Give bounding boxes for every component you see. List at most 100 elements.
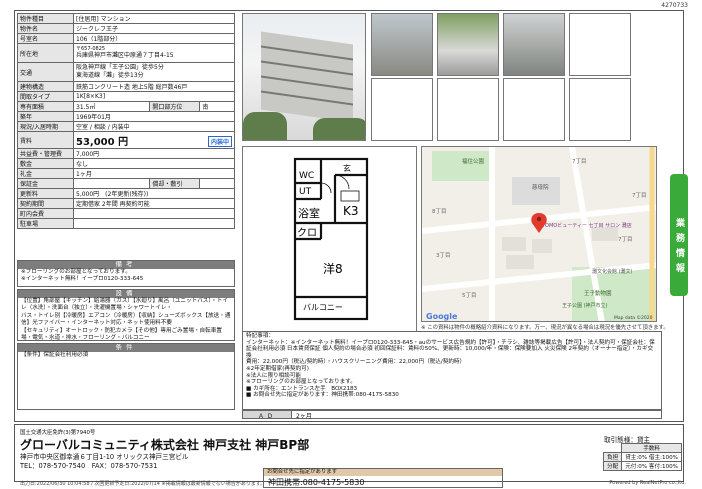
spec-row-value: ジークレフ王子: [73, 23, 235, 34]
plan-label-bath: 浴室: [298, 206, 320, 220]
photo-slot-5: [371, 78, 433, 141]
address-value: 〒657-0825 兵庫県神戸市灘区中原通７丁目4-15: [73, 43, 235, 63]
ad-label: ＡＤ: [243, 411, 291, 420]
contact-phone: 神田携帯:080-4175-5830: [268, 478, 365, 487]
plan-label-closet: クロ: [297, 227, 317, 239]
photo-bicycle-parking[interactable]: [503, 13, 565, 76]
output-dates: 出力日:2022/06/30 10:04:58 / 次回更新予定日:2022/0…: [20, 481, 266, 487]
fee-split-value: 元付:0% 客付:100%: [621, 461, 682, 471]
map-label-culture: 灘文化会館 (灘文): [592, 268, 633, 275]
remarks-line: 特記事項：: [246, 333, 274, 339]
interior-badge: 内装中: [207, 135, 232, 147]
fee-table: 手数料 負担 貸主:0% 借主:100% 分配 元付:0% 客付:100%: [602, 443, 682, 471]
spec-row-label: 駐車場: [17, 218, 74, 229]
equipment-line-3: 【セキュリティ】オートロック・防犯カメラ【その他】専用ごみ置場・自転車置場・電気…: [21, 327, 222, 341]
spec-row-value: [住居用] マンション: [73, 13, 235, 24]
plan-label-ut: UT: [299, 187, 312, 197]
map-label-school: 慈母院: [532, 183, 549, 191]
notes-heading: 備考: [18, 261, 234, 269]
amortization-label: 償却・敷引: [149, 178, 201, 189]
photo-slot-8: [569, 78, 631, 141]
powered-by: Powered by RealNetPro co.,ltd.: [609, 480, 686, 486]
spec-row-value: 1ヶ月: [73, 168, 235, 179]
area-label: 専有面積: [17, 101, 74, 112]
special-remarks: 特記事項： インターネット：※インターネット無料！イープロ0120-333-64…: [242, 331, 662, 410]
direction-value: 南: [199, 101, 235, 112]
spec-row-label: 礼金: [17, 168, 74, 179]
document-id: 4270733: [661, 2, 688, 9]
plan-label-wc: WC: [299, 171, 314, 181]
fee-burden-value: 貸主:0% 借主:100%: [621, 452, 682, 462]
remarks-line: ※フローリングのお部屋となっております。: [246, 379, 356, 386]
location-map[interactable]: 福住公園 慈母院 TOMOビューティー 七丁目 サロン 灘店 灘文化会館 (灘文…: [421, 146, 657, 322]
conditions-section: 条件 【条件】保証会社利用必須: [17, 343, 235, 410]
deposit-label: 保証金: [17, 178, 74, 189]
remarks-line: 費用：22,000円（税込/契約時）・ハウスクリーニング費用：22,000円（税…: [246, 359, 466, 366]
photo-slot-6: [437, 78, 499, 141]
address-label: 所在地: [17, 43, 74, 63]
rent-label: 賃料: [17, 131, 74, 149]
plan-label-balcony: バルコニー: [303, 303, 343, 312]
property-spec-table: 物件種目 [住居用] マンション 物件名 ジークレフ王子 号室名 106（1階部分） 所在…: [17, 13, 235, 229]
map-label-salon: TOMOビューティー 七丁目 サロン 灘店: [541, 222, 632, 229]
amortization-value: [199, 178, 235, 189]
map-label-ouji-park: 王子公園 (神戸市立): [562, 302, 608, 309]
direction-label: 開口部方位: [149, 101, 201, 112]
spec-row-label: 物件種目: [17, 13, 74, 24]
map-label-chome-6: 7丁目: [632, 192, 647, 199]
business-info-tab[interactable]: 業務情報: [670, 174, 688, 296]
map-label-chome-3: 7丁目: [618, 236, 633, 243]
spec-row-label: 建物構造: [17, 81, 74, 92]
spec-row-label: 間取タイプ: [17, 91, 74, 102]
spec-row-value: 7,000円: [73, 148, 235, 159]
map-drawing: 福住公園 慈母院 TOMOビューティー 七丁目 サロン 灘店 灘文化会館 (灘文…: [422, 147, 656, 321]
spec-row-label: 敷金: [17, 158, 74, 169]
spec-row-value: 空室 / 相談 / 内装中: [73, 121, 235, 132]
spec-row-label: 築年: [17, 111, 74, 122]
spec-row-label: 号室名: [17, 33, 74, 44]
spec-row-label: 物件名: [17, 23, 74, 34]
spec-row-value: 1K[8×K3]: [73, 91, 235, 102]
transit-label: 交通: [17, 62, 74, 82]
notes-line-2: ※インターネット無料！イープロ0120-333-645: [21, 276, 144, 282]
map-credit: Map data ©2020: [614, 314, 653, 321]
remarks-line: ■ お問合せ先に指定があります：神田携帯:080-4175-5830: [246, 392, 399, 399]
equipment-section: 設備 【位置】角部屋【キッチン】給湯器（ガス）【水廻り】風呂（ユニットバス）・ト…: [17, 289, 235, 341]
map-label-chome-2: 8丁目: [432, 208, 447, 215]
equipment-heading: 設備: [18, 290, 234, 298]
ad-row: ＡＤ 2ヶ月: [242, 410, 662, 420]
area-value: 31.5㎡: [72, 101, 151, 112]
remarks-line: 証会社利用必須 日本賃貸保証 個人契約の場合必須 初回保証料：賃料の50%、更新…: [246, 346, 654, 359]
deposit-value: [72, 178, 151, 189]
fee-split-label: 分配: [602, 461, 623, 471]
map-note: ※ この資料は物件の概略紹介資料になります。万一、現況が異なる場合は現況を優先さ…: [421, 325, 669, 331]
license-number: 国土交通大臣免許(3)第7940号: [20, 430, 96, 436]
photo-slot-4: [569, 13, 631, 76]
contact-label: お問合せ先に指定があります: [264, 469, 502, 476]
ad-value: 2ヶ月: [291, 411, 312, 420]
spec-row-value: 1969年01月: [73, 111, 235, 122]
spec-row-value: 鉄筋コンクリート造 地上5階 総戸数46戸: [73, 81, 235, 92]
photo-approach[interactable]: [437, 13, 499, 76]
building-exterior-photo[interactable]: [242, 13, 366, 141]
transit-value: 阪急神戸線「王子公園」徒歩5分 東海道線「灘」徒歩13分: [73, 62, 235, 82]
plan-label-room: 洋8: [323, 261, 343, 276]
floor-plan: 玄 WC UT 浴室 K3 クロ 洋8 バルコニー: [242, 146, 417, 332]
map-label-chome-4: 3丁目: [436, 252, 451, 259]
plan-label-genkan: 玄: [343, 163, 351, 173]
map-label-chome-5: 5丁目: [462, 292, 477, 299]
contact-box: お問合せ先に指定があります 神田携帯:080-4175-5830: [263, 468, 503, 488]
map-label-chome-1: 7丁目: [572, 158, 587, 165]
equipment-line-2: バス・トイレ別【冷暖房】エアコン（冷暖房）【収納】シューズボックス【放送・通信】…: [21, 312, 231, 327]
conditions-line: 【条件】保証会社利用必須: [21, 351, 89, 358]
fee-burden-label: 負担: [602, 452, 623, 462]
company-phone: TEL：078-570-7540 FAX：078-570-7531: [20, 462, 158, 470]
rent-amount: 53,000 円: [76, 136, 129, 148]
floor-plan-drawing: 玄 WC UT 浴室 K3 クロ 洋8 バルコニー: [293, 157, 369, 321]
photo-entrance[interactable]: [371, 13, 433, 76]
spec-row-label: 町内会費: [17, 208, 74, 219]
spec-row-value: なし: [73, 158, 235, 169]
spec-row-value: 5,000円 (2年更新(残存)): [73, 188, 235, 199]
plan-label-kitchen: K3: [343, 204, 359, 218]
spec-row-label: 現況/入居時期: [17, 121, 74, 132]
